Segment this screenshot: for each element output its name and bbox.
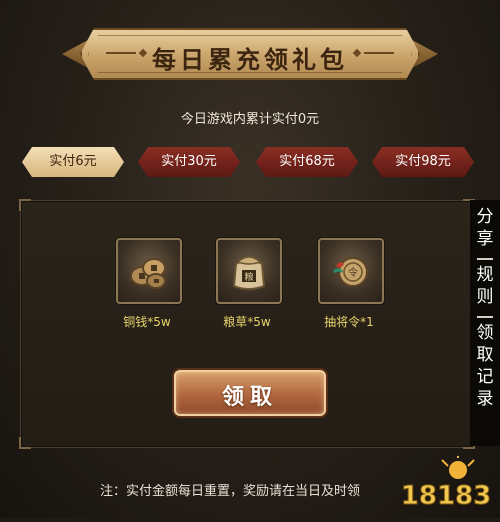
reward-slot-grain[interactable]: 粮 <box>216 238 282 304</box>
claim-button-label: 领取 <box>221 385 278 410</box>
footer-note: 注：实付金额每日重置，奖励请在当日及时领 <box>100 484 361 499</box>
side-divider <box>477 258 493 260</box>
title-banner: 每日累充领礼包 <box>62 22 438 86</box>
side-item-rules[interactable]: 规则 <box>470 264 500 308</box>
side-item-share[interactable]: 分享 <box>470 206 500 250</box>
tab-pay-6[interactable]: 实付6元 <box>22 147 124 177</box>
side-menu: 分享 规则 领取记录 <box>470 200 500 446</box>
claim-button[interactable]: 领取 <box>174 370 326 416</box>
reward-label: 铜钱*5w <box>123 315 171 329</box>
tab-pay-30[interactable]: 实付30元 <box>138 147 240 177</box>
side-item-label: 分享 <box>476 207 494 249</box>
reward-slot-token[interactable]: 令 <box>318 238 384 304</box>
tab-label: 实付6元 <box>49 154 97 169</box>
tab-pay-98[interactable]: 实付98元 <box>372 147 474 177</box>
side-item-label: 领取记录 <box>476 323 494 409</box>
reward-label: 抽将令*1 <box>324 315 374 329</box>
panel-corner <box>19 437 31 449</box>
page-title: 每日累充领礼包 <box>152 46 348 74</box>
tab-label: 实付30元 <box>161 154 217 169</box>
side-item-label: 规则 <box>476 265 494 307</box>
copper-coins-icon <box>124 246 174 296</box>
grain-sack-icon: 粮 <box>224 246 274 296</box>
panel-corner <box>19 199 31 211</box>
tab-label: 实付98元 <box>395 154 451 169</box>
tab-pay-68[interactable]: 实付68元 <box>256 147 358 177</box>
reward-slot-copper[interactable] <box>116 238 182 304</box>
tab-label: 实付68元 <box>279 154 335 169</box>
site-watermark-logo: 18183 <box>390 452 500 518</box>
svg-text:令: 令 <box>348 266 358 279</box>
side-item-claim-record[interactable]: 领取记录 <box>470 322 500 410</box>
reward-label: 粮草*5w <box>223 315 271 329</box>
svg-text:粮: 粮 <box>244 271 253 283</box>
watermark-text: 18183 <box>401 481 491 511</box>
side-divider <box>477 316 493 318</box>
accumulated-payment-text: 今日游戏内累计实付0元 <box>180 112 320 127</box>
recruit-token-icon: 令 <box>326 246 376 296</box>
